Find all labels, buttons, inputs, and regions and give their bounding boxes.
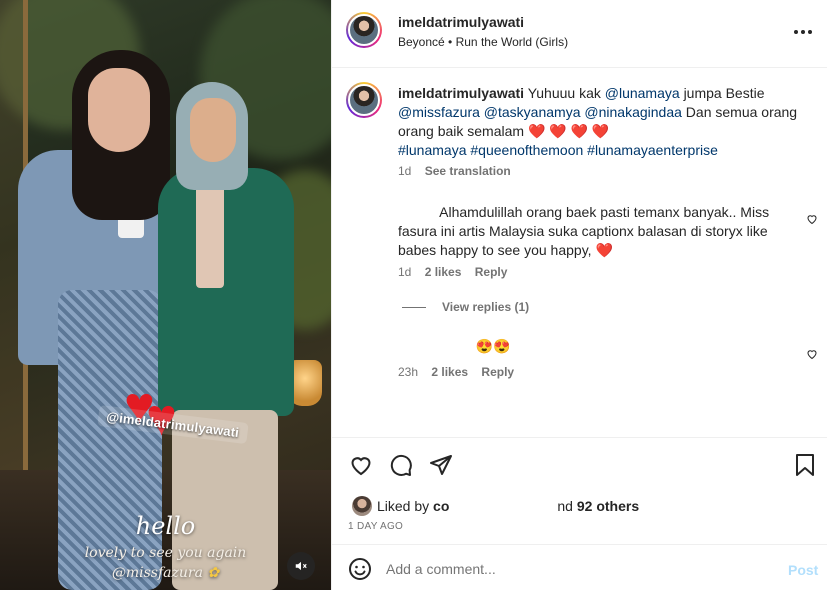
caption-mention[interactable]: @missfazura bbox=[398, 104, 480, 120]
comments-area[interactable]: imeldatrimulyawati Yuhuuu kak @lunamaya … bbox=[332, 68, 827, 438]
liked-by: Liked by co nd 92 others bbox=[377, 498, 639, 514]
caption-hashtag[interactable]: #lunamayaenterprise bbox=[587, 142, 718, 158]
bookmark-icon bbox=[796, 454, 814, 476]
caption-hashtag[interactable]: #queenofthemoon bbox=[470, 142, 583, 158]
caption-avatar[interactable] bbox=[346, 82, 382, 118]
liked-by-user[interactable]: co bbox=[433, 498, 449, 514]
caption: imeldatrimulyawati Yuhuuu kak @lunamaya … bbox=[398, 84, 803, 160]
person-right-inner bbox=[196, 178, 224, 288]
header-text: imeldatrimulyawati Beyoncé • Run the Wor… bbox=[398, 14, 568, 49]
emoji-smile-icon bbox=[349, 558, 371, 580]
caption-time[interactable]: 1d bbox=[398, 164, 411, 178]
story-text-line1: lovely to see you again bbox=[84, 545, 247, 561]
hands-heart-icon: ✿ bbox=[207, 565, 220, 581]
post-media[interactable]: ♥ ♥ @imeldatrimulyawati hello lovely to … bbox=[0, 0, 331, 590]
audio-track: Run the World (Girls) bbox=[455, 35, 569, 49]
comment-meta: 1d 2 likes Reply bbox=[398, 265, 507, 279]
comment-reply-button[interactable]: Reply bbox=[475, 265, 508, 279]
heart-outline-icon bbox=[807, 350, 817, 360]
comment-time[interactable]: 1d bbox=[398, 265, 411, 279]
comment-likes[interactable]: 2 likes bbox=[431, 365, 468, 379]
post-actions: Liked by co nd 92 others 1 DAY AGO bbox=[332, 437, 827, 544]
comment-like-button[interactable] bbox=[804, 211, 820, 227]
emoji-button[interactable] bbox=[348, 557, 372, 581]
comment-like-button[interactable] bbox=[804, 346, 820, 362]
audio-info[interactable]: Beyoncé • Run the World (Girls) bbox=[398, 35, 568, 49]
person-left-face bbox=[88, 68, 150, 152]
see-translation-link[interactable]: See translation bbox=[425, 164, 511, 178]
story-text-line2: @missfazura ✿ bbox=[0, 565, 331, 581]
comment: 😍😍 bbox=[398, 338, 511, 355]
view-replies-label: View replies (1) bbox=[442, 300, 530, 314]
send-icon bbox=[430, 455, 452, 475]
caption-mention[interactable]: @taskyanamya bbox=[484, 104, 581, 120]
story-text-hello: hello bbox=[135, 512, 196, 540]
add-comment-bar: Post bbox=[332, 544, 827, 590]
post-timestamp[interactable]: 1 DAY AGO bbox=[348, 521, 403, 532]
liked-by-avatar[interactable] bbox=[352, 496, 372, 516]
comment-button[interactable] bbox=[388, 452, 414, 478]
comment: Alhamdulillah orang baek pasti temanx ba… bbox=[398, 203, 798, 260]
caption-hashtag[interactable]: #lunamaya bbox=[398, 142, 467, 158]
comment-text: Alhamdulillah orang baek pasti temanx ba… bbox=[398, 204, 770, 258]
audio-artist: Beyoncé bbox=[398, 35, 445, 49]
heart-outline-icon bbox=[807, 215, 817, 225]
person-right-jacket bbox=[158, 168, 294, 416]
post-header: imeldatrimulyawati Beyoncé • Run the Wor… bbox=[332, 0, 827, 68]
avatar[interactable] bbox=[346, 12, 382, 48]
comment-time[interactable]: 23h bbox=[398, 365, 418, 379]
audio-separator: • bbox=[448, 35, 453, 49]
comment-meta: 23h 2 likes Reply bbox=[398, 365, 514, 379]
mute-button[interactable] bbox=[287, 552, 315, 580]
speaker-muted-icon bbox=[295, 561, 307, 571]
comment-reply-button[interactable]: Reply bbox=[481, 365, 514, 379]
caption-username[interactable]: imeldatrimulyawati bbox=[398, 85, 524, 101]
person-right-face bbox=[190, 98, 236, 162]
caption-text: Yuhuuu kak bbox=[527, 85, 601, 101]
more-options-button[interactable] bbox=[790, 22, 816, 42]
header-username[interactable]: imeldatrimulyawati bbox=[398, 14, 568, 30]
liked-by-and: nd bbox=[557, 498, 573, 514]
comment-icon bbox=[390, 454, 412, 476]
post-panel: imeldatrimulyawati Beyoncé • Run the Wor… bbox=[331, 0, 827, 590]
share-button[interactable] bbox=[428, 452, 454, 478]
caption-mention[interactable]: @lunamaya bbox=[605, 85, 680, 101]
like-button[interactable] bbox=[348, 452, 374, 478]
save-button[interactable] bbox=[792, 452, 818, 478]
caption-mention[interactable]: @ninakagindaa bbox=[584, 104, 682, 120]
caption-text: jumpa Bestie bbox=[683, 85, 765, 101]
heart-emoji-icon: ❤️ bbox=[595, 242, 613, 258]
comment-text: 😍😍 bbox=[475, 338, 511, 354]
liked-by-prefix: Liked by bbox=[377, 498, 430, 514]
comment-likes[interactable]: 2 likes bbox=[425, 265, 462, 279]
more-horizontal-icon bbox=[794, 30, 812, 34]
post-comment-button[interactable]: Post bbox=[788, 562, 818, 578]
liked-by-others[interactable]: 92 others bbox=[577, 498, 639, 514]
heart-emoji-icon: ❤️ ❤️ ❤️ ❤️ bbox=[527, 123, 610, 139]
view-replies-line bbox=[402, 306, 426, 308]
heart-icon bbox=[351, 457, 371, 476]
view-replies-button[interactable]: View replies (1) bbox=[402, 300, 529, 314]
comment-input[interactable] bbox=[386, 557, 766, 581]
story-mention: @missfazura bbox=[111, 565, 203, 581]
caption-meta: 1d See translation bbox=[398, 164, 511, 178]
